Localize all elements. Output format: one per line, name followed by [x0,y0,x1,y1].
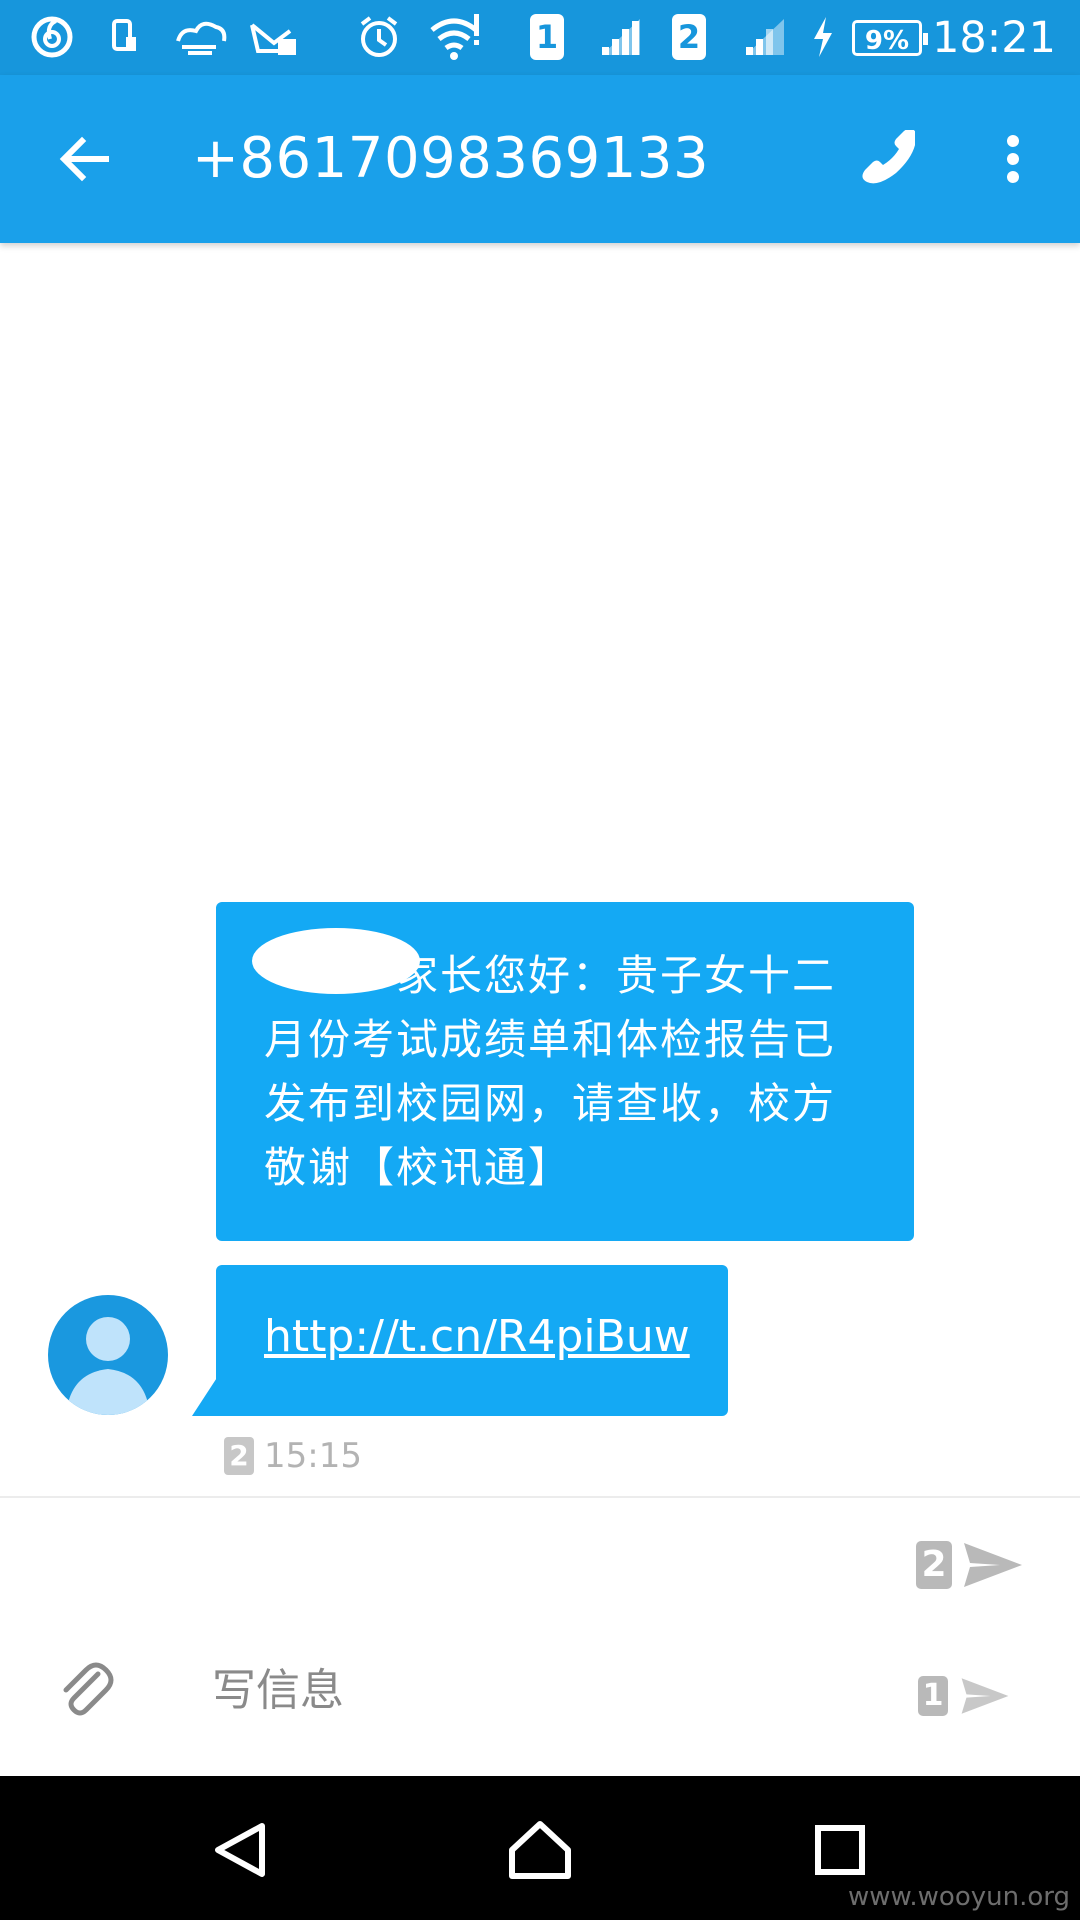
clock: 18:21 [932,13,1056,63]
message-bubble-link[interactable]: http://t.cn/R4piBuw [216,1265,728,1416]
sim-badge: 2 [224,1437,254,1475]
signal-sim2-icon [742,12,788,62]
message-text-wrap: 家长您好：贵子女十二月份考试成绩单和体检报告已发布到校园网，请查收，校方敬谢【校… [252,928,850,1200]
send-sim2-label: 2 [916,1541,952,1589]
charging-icon [810,12,836,62]
sim2-label: 2 [672,14,706,60]
nav-home-button[interactable] [498,1810,582,1890]
app-bar: +8617098369133 [0,75,1080,243]
call-button[interactable] [846,119,926,199]
send-icon [961,1678,1009,1714]
contact-avatar[interactable] [48,1295,168,1415]
signal-sim1-icon [598,12,644,62]
more-options-button[interactable] [973,119,1053,199]
redaction-mark [252,928,420,994]
arrow-left-icon [59,136,109,182]
phone-icon [862,130,915,184]
contact-title: +8617098369133 [192,126,710,191]
nav-recents-icon [815,1825,865,1875]
watermark: www.wooyun.org [847,1882,1070,1912]
nav-back-button[interactable] [198,1810,282,1890]
netease-music-icon [30,12,74,62]
send-sim2-button[interactable]: 2 [916,1535,1024,1595]
send-icon [964,1543,1022,1587]
message-timestamp: 15:15 [264,1436,362,1476]
sim1-icon: 1 [530,12,564,62]
message-bubble[interactable]: 家长您好：贵子女十二月份考试成绩单和体检报告已发布到校园网，请查收，校方敬谢【校… [216,902,914,1241]
nav-recents-button[interactable] [798,1810,882,1890]
wifi-icon [428,12,484,62]
send-sim1-label: 1 [918,1676,948,1716]
message-meta: 2 15:15 [224,1436,362,1476]
status-bar: 1 2 9% 18:21 [0,0,1080,75]
person-icon [66,1317,150,1415]
nav-back-icon [215,1823,265,1877]
mail-check-icon [248,12,300,62]
navigation-bar: www.wooyun.org [0,1776,1080,1920]
sim1-label: 1 [530,14,564,60]
cloud-icon [172,12,228,62]
attach-button[interactable] [50,1652,122,1732]
message-link[interactable]: http://t.cn/R4piBuw [264,1311,690,1362]
back-button[interactable] [44,119,124,199]
phone-device-icon [110,12,140,62]
message-input[interactable] [212,1650,872,1730]
paperclip-icon [63,1662,114,1716]
more-vert-icon [1007,135,1019,183]
nav-home-icon [509,1821,571,1879]
alarm-icon [356,12,402,62]
battery-icon: 9% [852,20,928,56]
send-sim1-button[interactable]: 1 [918,1668,1010,1724]
divider [0,1496,1080,1498]
sim2-icon: 2 [672,12,706,62]
